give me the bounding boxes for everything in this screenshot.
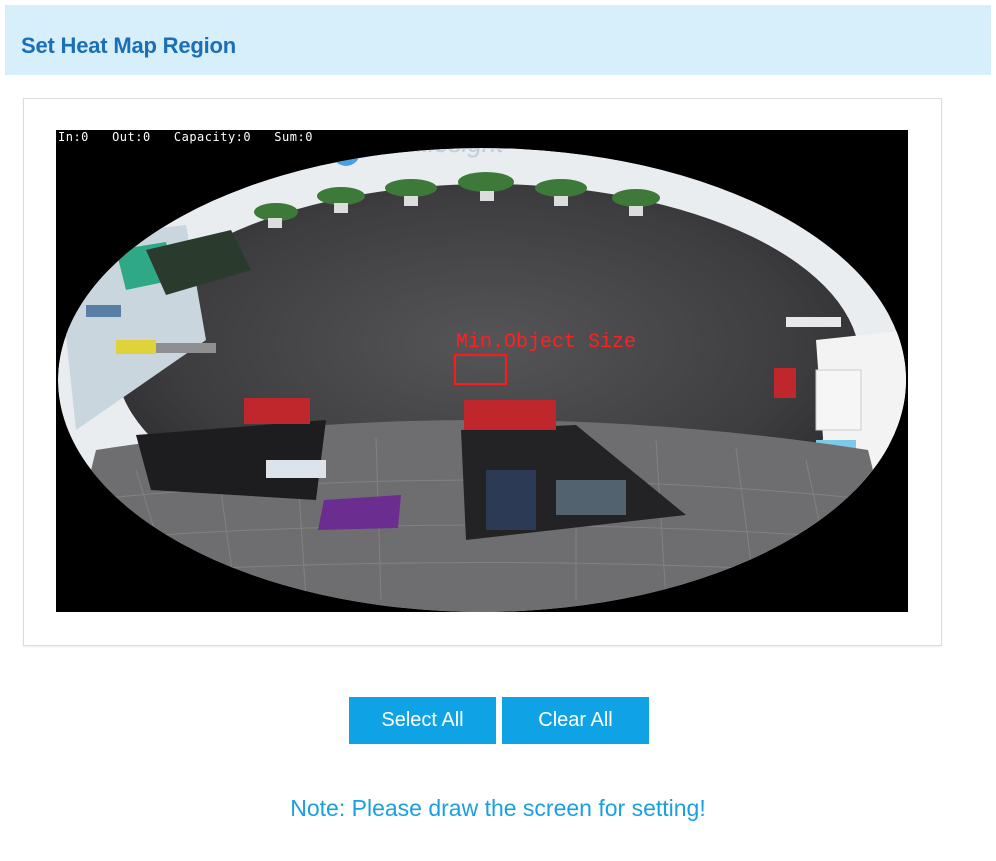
- note-text: Note: Please draw the screen for setting…: [290, 795, 706, 821]
- min-object-size-label: Min.Object Size: [456, 331, 637, 354]
- section-header: Set Heat Map Region: [5, 5, 991, 75]
- min-object-size-box[interactable]: [454, 354, 507, 385]
- page-title: Set Heat Map Region: [21, 33, 237, 58]
- select-all-button[interactable]: Select All: [349, 697, 496, 744]
- clear-all-button[interactable]: Clear All: [502, 697, 649, 744]
- video-canvas[interactable]: Milesight In:0 Out:0 Capacity:0 Sum:0 Mi…: [56, 130, 908, 612]
- osd-counter: In:0 Out:0 Capacity:0 Sum:0: [58, 130, 313, 144]
